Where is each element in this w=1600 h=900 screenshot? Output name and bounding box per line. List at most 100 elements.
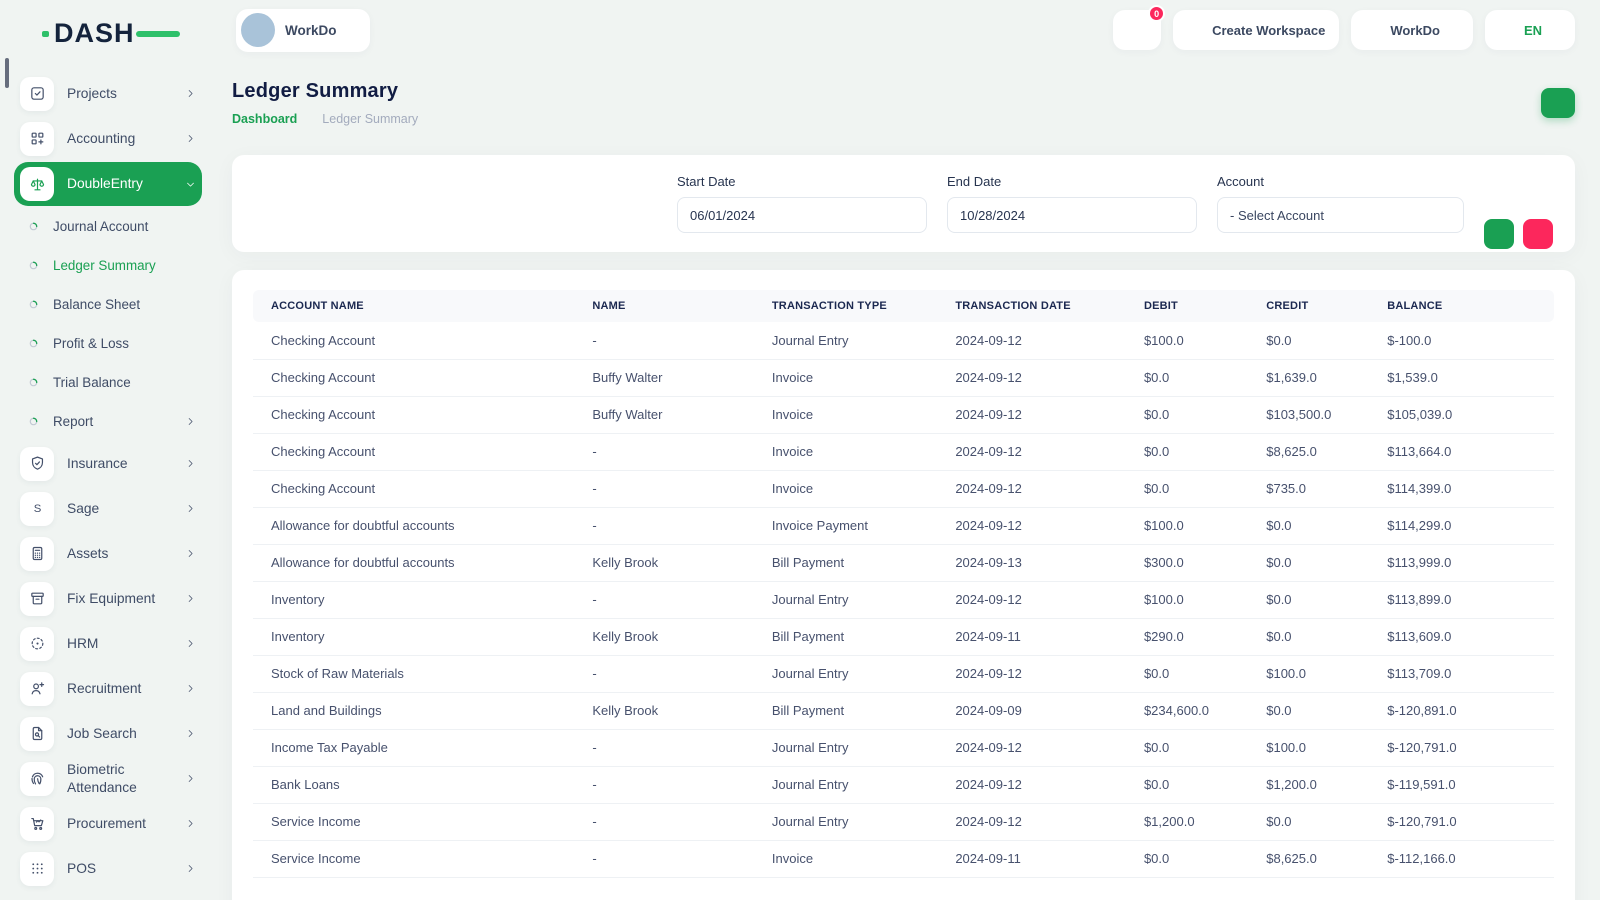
sage-icon: S xyxy=(29,500,46,517)
cell-name: Buffy Walter xyxy=(574,359,754,396)
chevron-right-icon xyxy=(185,548,196,559)
cell-credit: $0.0 xyxy=(1248,692,1369,729)
search-button[interactable] xyxy=(1484,219,1514,249)
checkbox-icon xyxy=(29,85,46,102)
cell-debit: $0.0 xyxy=(1126,433,1248,470)
cell-balance: $114,299.0 xyxy=(1369,507,1554,544)
cell-transaction-type: Journal Entry xyxy=(754,729,937,766)
sidebar-item-pos[interactable]: POS xyxy=(14,846,202,891)
filter-card: Start Date End Date Account - Select Acc… xyxy=(232,155,1575,252)
sidebar-item-insurance[interactable]: Insurance xyxy=(14,441,202,486)
cell-credit: $0.0 xyxy=(1248,322,1369,359)
cell-transaction-date: 2024-09-12 xyxy=(937,655,1126,692)
cell-debit: $0.0 xyxy=(1126,655,1248,692)
cell-name: Kelly Brook xyxy=(574,544,754,581)
chevron-right-icon xyxy=(185,503,196,514)
table-row: Inventory-Journal Entry2024-09-12$100.0$… xyxy=(253,581,1554,618)
language-selector[interactable]: EN xyxy=(1485,10,1575,50)
chevron-down-icon xyxy=(185,179,196,190)
create-workspace-button[interactable]: Create Workspace xyxy=(1173,10,1339,50)
sidebar-item-journal-account[interactable]: Journal Account xyxy=(14,207,202,246)
sidebar-icon-box xyxy=(20,807,54,841)
sidebar-item-label: Procurement xyxy=(67,815,185,832)
sidebar-item-recruitment[interactable]: Recruitment xyxy=(14,666,202,711)
sidebar-item-fix-equipment[interactable]: Fix Equipment xyxy=(14,576,202,621)
messages-badge: 0 xyxy=(1148,5,1165,22)
sidebar-item-label: Job Search xyxy=(67,725,185,742)
cell-debit: $0.0 xyxy=(1126,840,1248,877)
sidebar-item-label: Accounting xyxy=(67,130,185,147)
cell-account-name: Inventory xyxy=(253,618,574,655)
sidebar-item-assets[interactable]: Assets xyxy=(14,531,202,576)
cell-name: Buffy Walter xyxy=(574,396,754,433)
cell-transaction-date: 2024-09-12 xyxy=(937,470,1126,507)
sidebar-item-label: Biometric Attendance xyxy=(67,761,185,795)
sidebar-item-sage[interactable]: SSage xyxy=(14,486,202,531)
cell-credit: $1,200.0 xyxy=(1248,766,1369,803)
sidebar-item-profit-loss[interactable]: Profit & Loss xyxy=(14,324,202,363)
cell-transaction-type: Invoice Payment xyxy=(754,507,937,544)
download-button[interactable] xyxy=(1541,88,1575,118)
bullet-icon xyxy=(28,221,39,232)
cell-transaction-date: 2024-09-12 xyxy=(937,729,1126,766)
workspace-selector[interactable]: WorkDo xyxy=(236,9,370,52)
table-header: ACCOUNT NAMENAMETRANSACTION TYPETRANSACT… xyxy=(253,290,1554,322)
cell-credit: $100.0 xyxy=(1248,655,1369,692)
sidebar-item-accounting[interactable]: Accounting xyxy=(14,116,202,161)
column-header-account-name: ACCOUNT NAME xyxy=(253,290,574,322)
sidebar-item-biometric-attendance[interactable]: Biometric Attendance xyxy=(14,756,202,801)
start-date-input[interactable] xyxy=(677,197,927,233)
sidebar-icon-box xyxy=(20,167,54,201)
column-header-transaction-date: TRANSACTION DATE xyxy=(937,290,1126,322)
sidebar-item-ledger-summary[interactable]: Ledger Summary xyxy=(14,246,202,285)
cell-account-name: Checking Account xyxy=(253,396,574,433)
cell-name: - xyxy=(574,433,754,470)
sidebar-item-label: POS xyxy=(67,860,185,877)
globe-icon xyxy=(1499,22,1516,39)
reset-filter-button[interactable] xyxy=(1523,219,1553,249)
topbar-actions: 0 Create Workspace WorkDo EN xyxy=(1113,10,1575,50)
svg-text:S: S xyxy=(33,503,41,515)
plus-circle-icon xyxy=(1187,22,1204,39)
cell-credit: $0.0 xyxy=(1248,507,1369,544)
sidebar-item-hrm[interactable]: HRM xyxy=(14,621,202,666)
fingerprint-icon xyxy=(29,770,46,787)
sidebar-item-balance-sheet[interactable]: Balance Sheet xyxy=(14,285,202,324)
end-date-input-wrap xyxy=(947,197,1197,233)
chevron-right-icon xyxy=(185,863,196,874)
sidebar-item-doubleentry[interactable]: DoubleEntry xyxy=(14,162,202,206)
sidebar-item-projects[interactable]: Projects xyxy=(14,71,202,116)
workspace-avatar xyxy=(241,13,275,47)
app-logo[interactable]: DASH xyxy=(54,18,164,49)
sidebar-item-procurement[interactable]: Procurement xyxy=(14,801,202,846)
sidebar-item-trial-balance[interactable]: Trial Balance xyxy=(14,363,202,402)
messages-button[interactable]: 0 xyxy=(1113,10,1161,50)
sidebar-item-report[interactable]: Report xyxy=(14,402,202,441)
account-select[interactable]: - Select Account xyxy=(1217,197,1464,233)
workspace-menu-button[interactable]: WorkDo xyxy=(1351,10,1473,50)
sidebar-icon-box xyxy=(20,77,54,111)
sidebar-item-label: Recruitment xyxy=(67,680,185,697)
breadcrumb-dashboard-link[interactable]: Dashboard xyxy=(232,112,297,126)
sidebar-icon-box xyxy=(20,537,54,571)
sidebar-scrollbar[interactable] xyxy=(5,58,9,88)
ledger-table: ACCOUNT NAMENAMETRANSACTION TYPETRANSACT… xyxy=(253,290,1554,878)
cell-transaction-type: Invoice xyxy=(754,359,937,396)
column-header-name: NAME xyxy=(574,290,754,322)
calculator-icon xyxy=(29,545,46,562)
cell-balance: $105,039.0 xyxy=(1369,396,1554,433)
table-row: Income Tax Payable-Journal Entry2024-09-… xyxy=(253,729,1554,766)
cell-balance: $113,609.0 xyxy=(1369,618,1554,655)
sidebar-item-job-search[interactable]: Job Search xyxy=(14,711,202,756)
logo-bar-decor xyxy=(136,31,180,37)
chevron-right-icon xyxy=(185,593,196,604)
table-row: Allowance for doubtful accountsKelly Bro… xyxy=(253,544,1554,581)
table-row: Checking AccountBuffy WalterInvoice2024-… xyxy=(253,396,1554,433)
cell-debit: $100.0 xyxy=(1126,507,1248,544)
end-date-input[interactable] xyxy=(947,197,1197,233)
cell-credit: $0.0 xyxy=(1248,803,1369,840)
chevron-right-icon xyxy=(185,818,196,829)
cell-credit: $103,500.0 xyxy=(1248,396,1369,433)
main-content: Ledger Summary Dashboard Ledger Summary … xyxy=(212,60,1600,900)
file-off-icon xyxy=(1531,227,1546,242)
